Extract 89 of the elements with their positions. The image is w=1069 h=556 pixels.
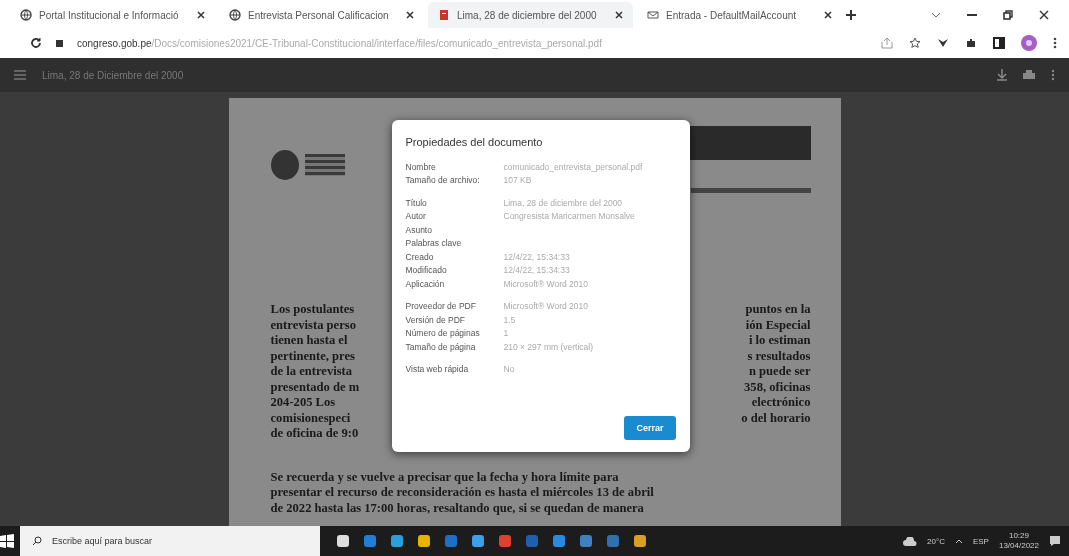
browser-tab[interactable]: Lima, 28 de diciembre del 2000 [428, 2, 633, 28]
property-value: Microsoft® Word 2010 [503, 301, 589, 312]
property-value: 1.5 [503, 314, 516, 325]
property-label: Tamaño de página [405, 341, 477, 352]
reload-icon[interactable] [30, 37, 42, 49]
browser-tab[interactable]: Portal Institucional e Informació [10, 2, 215, 28]
document-text: n puede ser [747, 364, 811, 380]
app-icon[interactable] [417, 534, 431, 548]
document-text: comisionespeci [270, 410, 352, 426]
plus-icon[interactable] [846, 10, 856, 20]
document-text: i lo estiman [747, 333, 811, 349]
download-icon[interactable] [997, 69, 1007, 81]
document-text: presentado de m [270, 379, 361, 395]
dialog-title: Propiedades del documento [405, 136, 544, 148]
property-value: 210 × 297 mm (vertical) [503, 341, 594, 352]
property-value: No [503, 364, 515, 375]
app-icon[interactable] [633, 534, 647, 548]
document-text: de oficina de 9:0 [270, 426, 360, 442]
document-text: tienen hasta el [270, 333, 349, 349]
browser-tab[interactable]: Entrada - DefaultMailAccount [637, 2, 842, 28]
property-value: 12/4/22, 15:34:33 [503, 251, 570, 262]
document-text: de la entrevista [270, 364, 354, 380]
search-icon [32, 536, 42, 546]
windows-icon[interactable] [0, 534, 14, 548]
property-label: Título [405, 197, 428, 208]
close-icon[interactable] [1039, 10, 1049, 20]
document-text: 358, oficinas [743, 379, 811, 395]
clock[interactable]: 10:29 13/04/2022 [998, 531, 1039, 551]
language-indicator[interactable]: ESP [972, 536, 989, 546]
share-icon[interactable] [881, 37, 893, 49]
document-title: Lima, 28 de Diciembre del 2000 [42, 69, 185, 81]
property-label: Tamaño de archivo: [405, 175, 481, 186]
search-placeholder: Escribe aquí para buscar [52, 536, 153, 546]
property-value: Microsoft® Word 2010 [503, 278, 589, 289]
property-label: Autor [405, 211, 427, 222]
document-text: Se recuerda y se vuelve a precisar que la fecha y hora límite para [270, 469, 620, 485]
close-icon[interactable] [824, 11, 832, 19]
property-label: Asunto [405, 224, 433, 235]
property-label: Palabras clave [405, 238, 463, 249]
document-text: entrevista perso [270, 317, 357, 333]
document-text: s resultados [746, 348, 811, 364]
property-value: Lima, 28 de diciembre del 2000 [503, 197, 623, 208]
restore-icon[interactable] [1003, 10, 1013, 20]
browser-tab[interactable]: Entrevista Personal Calificacion [219, 2, 424, 28]
document-text: o del horario [740, 410, 811, 426]
globe-icon [20, 9, 32, 21]
document-text: presentar el recurso de reconsideración es hasta el miércoles 13 de abril [270, 485, 655, 501]
document-text: ión Especial [744, 317, 811, 333]
document-text: electrónico [750, 395, 811, 411]
property-label: Versión de PDF [405, 314, 467, 325]
mail-icon [647, 9, 659, 21]
property-label: Modificado [405, 265, 448, 276]
property-label: Creado [405, 251, 435, 262]
property-label: Aplicación [405, 278, 446, 289]
notification-icon[interactable] [1049, 535, 1061, 547]
app-icon[interactable] [336, 534, 350, 548]
property-label: Número de páginas [405, 328, 481, 339]
document-text: puntos en la [744, 302, 811, 318]
url-field[interactable]: congreso.gob.pe/Docs/comisiones2021/CE-Tribunal-Constitucional/interface/files/comunicado_entrevista_personal.pdf [77, 37, 867, 49]
document-text: de 2022 hasta las 17:00 horas, resaltando que, si se quedan de manera [270, 500, 645, 516]
document-text: 204-205 Los [270, 395, 337, 411]
property-value: 1 [503, 328, 509, 339]
close-button[interactable]: Cerrar [624, 416, 676, 440]
document-icon [438, 9, 450, 21]
app-icon[interactable] [471, 534, 485, 548]
close-icon[interactable] [197, 11, 205, 19]
property-label: Proveedor de PDF [405, 301, 477, 312]
chevron-up-icon[interactable] [954, 538, 963, 544]
property-value: comunicado_entrevista_personal.pdf [503, 161, 643, 172]
cloud-icon[interactable] [903, 536, 918, 546]
chevron-down-icon[interactable] [931, 12, 941, 18]
document-text: pertinente, pres [270, 348, 356, 364]
close-icon[interactable] [406, 11, 414, 19]
property-label: Vista web rápida [405, 364, 470, 375]
more-icon[interactable] [1053, 37, 1057, 49]
property-value: 12/4/22, 15:34:33 [503, 265, 570, 276]
close-icon[interactable] [615, 11, 623, 19]
property-value: Congresista Maricarmen Monsalve [503, 211, 635, 222]
weather-text[interactable]: 20°C [927, 536, 945, 546]
print-icon[interactable] [1023, 69, 1035, 81]
search-field[interactable]: Escribe aquí para buscar [20, 526, 320, 556]
star-icon[interactable] [909, 37, 921, 49]
app-icon[interactable] [390, 534, 404, 548]
property-value: 107 KB [503, 175, 532, 186]
globe-icon [229, 9, 241, 21]
sidebar-icon[interactable] [993, 37, 1005, 49]
property-label: Nombre [405, 161, 437, 172]
document-text: Los postulantes [270, 302, 356, 318]
avatar-icon[interactable] [1021, 35, 1037, 51]
